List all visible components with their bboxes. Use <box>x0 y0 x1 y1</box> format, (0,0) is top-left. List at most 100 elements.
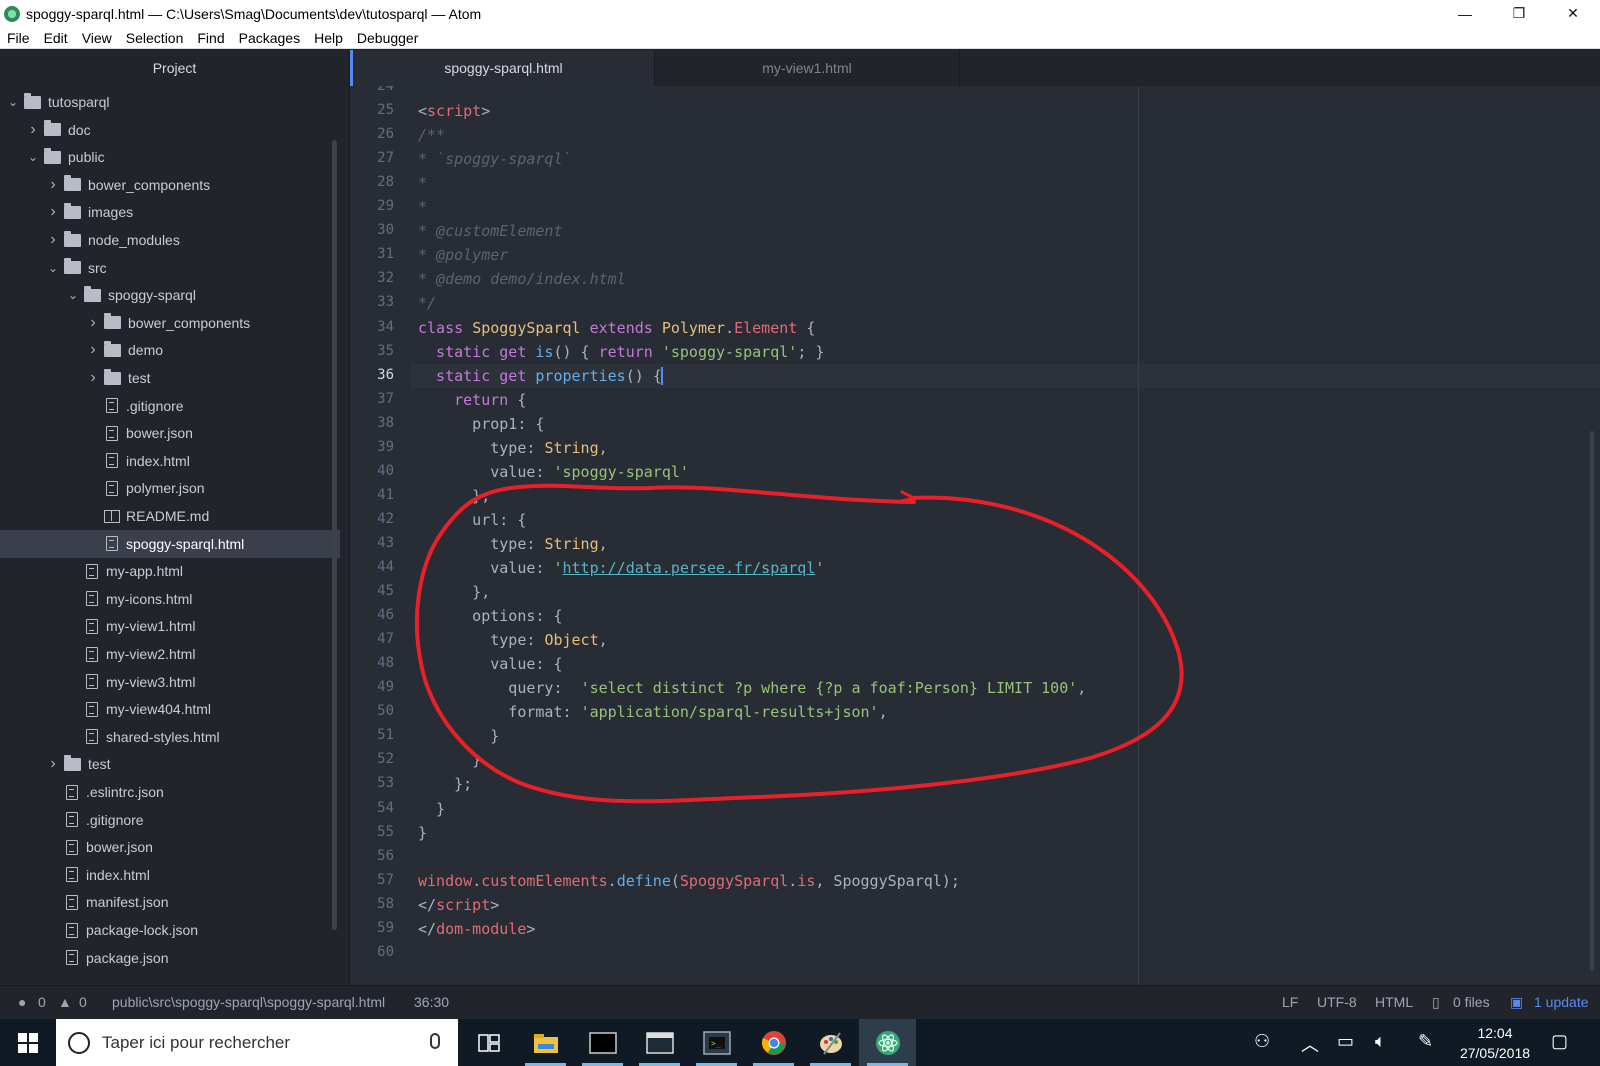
tree-folder[interactable]: ⌄ src <box>0 254 340 282</box>
code-line[interactable]: type: Object, <box>418 628 607 652</box>
tree-folder[interactable]: ⌄ public <box>0 143 340 171</box>
terminal-icon[interactable] <box>574 1019 631 1066</box>
code-line[interactable]: url: { <box>418 508 526 532</box>
code-line[interactable]: } <box>418 797 445 821</box>
volume-icon[interactable]: 🔈︎ <box>1375 1031 1386 1052</box>
menu-find[interactable]: Find <box>190 30 231 46</box>
pen-workspace-icon[interactable]: ✎ <box>1418 1031 1433 1052</box>
code-line[interactable]: * <box>418 195 427 219</box>
code-line[interactable]: options: { <box>418 604 562 628</box>
menu-help[interactable]: Help <box>307 30 350 46</box>
code-line[interactable]: prop1: { <box>418 412 544 436</box>
code-line[interactable]: /** <box>418 123 445 147</box>
project-panel-header[interactable]: Project <box>0 50 349 86</box>
tree-file[interactable]: my-view404.html <box>0 695 340 723</box>
chevron-down-icon[interactable]: ⌄ <box>6 95 20 109</box>
file-path[interactable]: public\src\spoggy-sparql\spoggy-sparql.h… <box>112 994 385 1010</box>
tree-file[interactable]: my-view2.html <box>0 640 340 668</box>
code-line[interactable]: } <box>418 821 427 845</box>
code-line[interactable]: </dom-module> <box>418 917 535 941</box>
tree-file[interactable]: .gitignore <box>0 806 340 834</box>
error-icon[interactable]: ● <box>18 994 26 1010</box>
tree-file[interactable]: README.md <box>0 502 340 530</box>
chevron-right-icon[interactable]: › <box>46 231 60 249</box>
error-count[interactable]: 0 <box>38 994 46 1010</box>
notifications-icon[interactable]: ▢ <box>1551 1031 1568 1052</box>
menu-edit[interactable]: Edit <box>37 30 75 46</box>
minimize-button[interactable]: — <box>1438 0 1492 27</box>
maximize-button[interactable]: ❐ <box>1492 0 1546 27</box>
tree-file[interactable]: bower.json <box>0 833 340 861</box>
people-icon[interactable]: ⚇ <box>1254 1031 1270 1052</box>
chevron-right-icon[interactable]: › <box>46 176 60 194</box>
tree-folder[interactable]: › bower_components <box>0 309 340 337</box>
tree-file[interactable]: my-icons.html <box>0 585 340 613</box>
tree-folder[interactable]: › node_modules <box>0 226 340 254</box>
menu-view[interactable]: View <box>75 30 119 46</box>
chevron-down-icon[interactable]: ⌄ <box>26 150 40 164</box>
microphone-icon[interactable] <box>430 1033 440 1049</box>
tab-my-view1[interactable]: my-view1.html <box>655 50 960 86</box>
menu-debugger[interactable]: Debugger <box>350 30 426 46</box>
code-line[interactable]: type: String, <box>418 532 607 556</box>
code-line[interactable]: </script> <box>418 893 499 917</box>
menu-selection[interactable]: Selection <box>119 30 191 46</box>
code-line[interactable]: */ <box>418 291 436 315</box>
code-editor[interactable]: 24 25 26 27 28 29 30 31 32 33 34 35 36 37 38 39 40 41 42 43… <box>350 86 1600 985</box>
paint-icon[interactable] <box>802 1019 859 1066</box>
tree-folder[interactable]: › demo <box>0 336 340 364</box>
chevron-down-icon[interactable]: ⌄ <box>66 288 80 302</box>
chevron-right-icon[interactable]: › <box>26 121 40 139</box>
code-line[interactable]: static get properties() { <box>418 364 663 388</box>
tree-folder[interactable]: › test <box>0 750 340 778</box>
code-line[interactable]: * @polymer <box>418 243 508 267</box>
chevron-right-icon[interactable]: › <box>86 341 100 359</box>
code-line[interactable]: }; <box>418 772 472 796</box>
tree-folder[interactable]: › bower_components <box>0 171 340 199</box>
tree-file[interactable]: .eslintrc.json <box>0 778 340 806</box>
tree-file[interactable]: spoggy-sparql.html <box>0 529 340 558</box>
code-line[interactable]: window.customElements.define(SpoggySparq… <box>418 869 960 893</box>
atom-icon[interactable] <box>859 1019 916 1066</box>
code-line[interactable]: } <box>418 724 499 748</box>
git-files[interactable]: 0 files <box>1453 994 1490 1010</box>
tree-file[interactable]: shared-styles.html <box>0 723 340 751</box>
tree-file[interactable]: package.json <box>0 944 340 972</box>
taskbar-search[interactable]: Taper ici pour rechercher <box>56 1019 458 1066</box>
tree-file[interactable]: my-view3.html <box>0 668 340 696</box>
tree-file[interactable]: my-app.html <box>0 557 340 585</box>
chevron-right-icon[interactable]: › <box>86 369 100 387</box>
editor-scrollbar[interactable] <box>1590 431 1594 971</box>
code-line[interactable]: <script> <box>418 99 490 123</box>
code-line[interactable]: value: 'spoggy-sparql' <box>418 460 689 484</box>
chevron-down-icon[interactable]: ⌄ <box>46 261 60 275</box>
code-line[interactable]: }, <box>418 484 490 508</box>
code-line[interactable]: static get is() { return 'spoggy-sparql'… <box>418 340 824 364</box>
clock[interactable]: 12:04 27/05/2018 <box>1440 1023 1550 1063</box>
tree-file[interactable]: manifest.json <box>0 888 340 916</box>
cursor-position[interactable]: 36:30 <box>414 994 449 1010</box>
tree-folder[interactable]: ⌄ tutosparql <box>0 88 340 116</box>
grammar[interactable]: HTML <box>1375 994 1413 1010</box>
menu-file[interactable]: File <box>0 30 37 46</box>
tree-folder[interactable]: › test <box>0 364 340 392</box>
tree-file[interactable]: index.html <box>0 447 340 475</box>
code-line[interactable]: value: { <box>418 652 562 676</box>
tree-file[interactable]: .gitignore <box>0 392 340 420</box>
line-ending[interactable]: LF <box>1282 994 1298 1010</box>
code-line[interactable]: type: String, <box>418 436 607 460</box>
chevron-right-icon[interactable]: › <box>46 203 60 221</box>
tree-folder[interactable]: › doc <box>0 116 340 144</box>
package-icon[interactable]: ▣ <box>1510 994 1523 1011</box>
tree-file[interactable]: bower.json <box>0 419 340 447</box>
tab-spoggy-sparql[interactable]: spoggy-sparql.html <box>350 50 655 86</box>
battery-icon[interactable]: ▭ <box>1337 1031 1354 1052</box>
code-line[interactable]: * <box>418 171 427 195</box>
warning-count[interactable]: 0 <box>79 994 87 1010</box>
tree-file[interactable]: my-view1.html <box>0 612 340 640</box>
code-link[interactable]: http://data.persee.fr/sparql <box>563 559 816 577</box>
warning-icon[interactable]: ▲ <box>58 994 72 1010</box>
code-line[interactable]: * @customElement <box>418 219 563 243</box>
show-hidden-icons-chevron-icon[interactable]: ︿ <box>1301 1031 1319 1057</box>
code-line[interactable]: class SpoggySparql extends Polymer.Eleme… <box>418 316 815 340</box>
